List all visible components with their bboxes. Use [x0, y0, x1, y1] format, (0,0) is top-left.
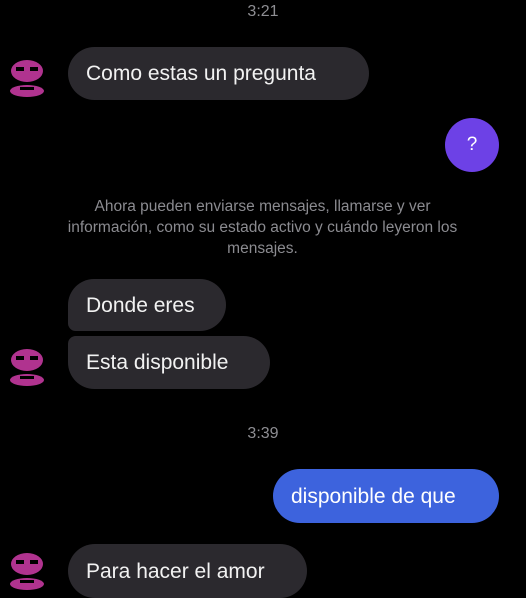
contact-avatar-icon[interactable]: [7, 550, 47, 590]
timestamp: 3:21: [247, 3, 279, 20]
timestamp: 3:39: [247, 425, 279, 442]
contact-avatar-icon[interactable]: [7, 346, 47, 386]
message-bubble-incoming[interactable]: Donde eres: [68, 279, 226, 331]
message-bubble-outgoing[interactable]: disponible de que: [273, 469, 499, 523]
chat-notice: Ahora pueden enviarse mensajes, llamarse…: [67, 198, 458, 257]
message-bubble-outgoing[interactable]: ?: [445, 118, 499, 172]
message-bubble-incoming[interactable]: Como estas un pregunta: [68, 47, 369, 100]
chat-thread: 3:21 Como estas un pregunta ? Ahora pued…: [0, 0, 526, 598]
message-bubble-incoming[interactable]: Para hacer el amor: [68, 544, 307, 598]
contact-avatar-icon[interactable]: [7, 57, 47, 97]
message-bubble-incoming[interactable]: Esta disponible: [68, 336, 270, 389]
